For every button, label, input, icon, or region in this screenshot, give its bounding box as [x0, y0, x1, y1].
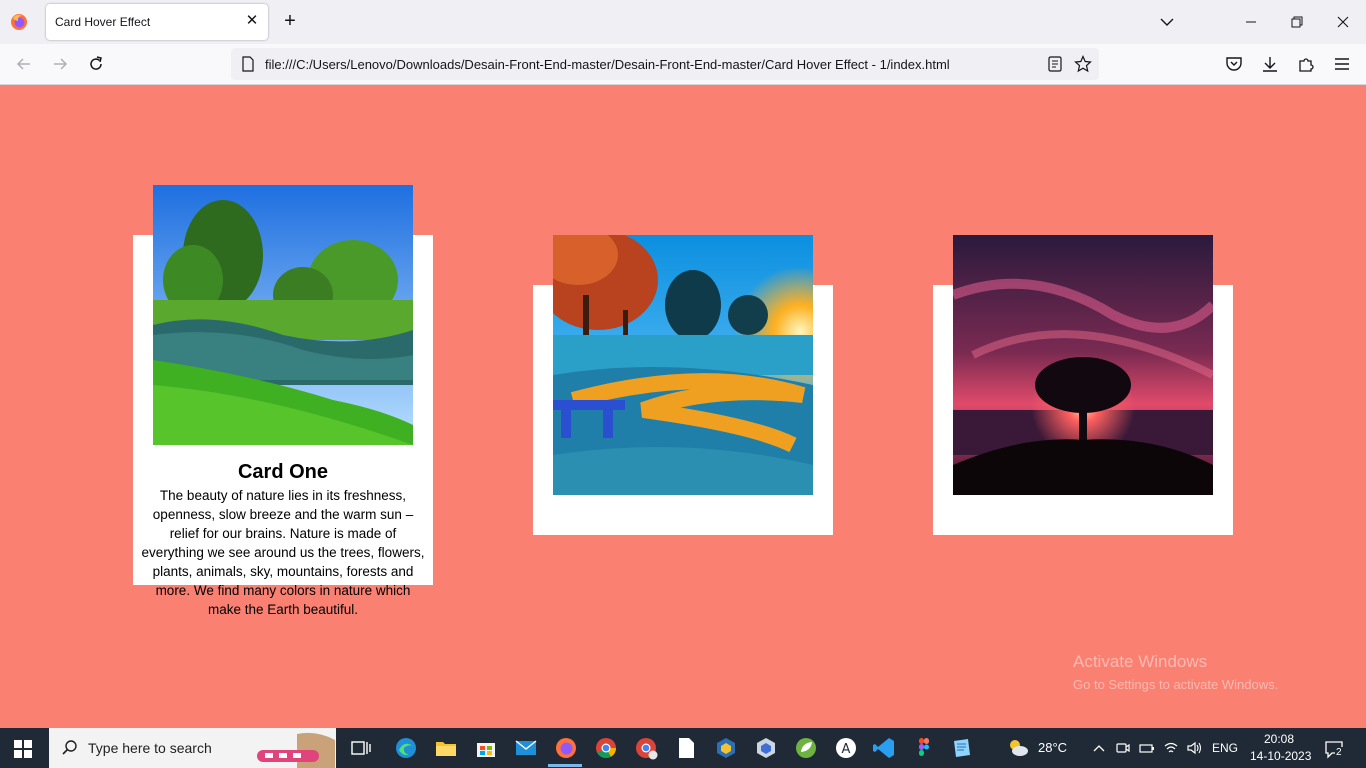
- notification-count-badge: 2: [1335, 747, 1343, 758]
- virtualbox-icon[interactable]: [714, 736, 738, 760]
- firefox-logo-icon: [11, 14, 27, 30]
- menu-hamburger-icon[interactable]: [1332, 54, 1352, 74]
- firefox-active-indicator: [548, 764, 582, 767]
- input-language[interactable]: ENG: [1212, 741, 1238, 755]
- forward-arrow-icon[interactable]: [50, 54, 70, 74]
- clock-time[interactable]: 20:08: [1264, 732, 1294, 746]
- chrome-icon[interactable]: [594, 736, 618, 760]
- cube-app-icon[interactable]: [754, 736, 778, 760]
- windows-start-icon[interactable]: [14, 740, 32, 758]
- chevron-down-icon[interactable]: [1158, 13, 1176, 31]
- card-two[interactable]: [533, 235, 833, 535]
- edge-browser-icon[interactable]: [394, 736, 418, 760]
- document-file-icon[interactable]: [674, 736, 698, 760]
- card-one[interactable]: Card One The beauty of nature lies in it…: [133, 185, 433, 617]
- weather-temperature[interactable]: 28°C: [1038, 740, 1067, 755]
- reader-view-icon[interactable]: [1046, 55, 1064, 73]
- minimize-icon[interactable]: [1239, 10, 1263, 34]
- reload-icon[interactable]: [86, 54, 106, 74]
- volume-speaker-icon[interactable]: [1186, 740, 1202, 756]
- file-explorer-icon[interactable]: [434, 736, 458, 760]
- activate-windows-hint: Go to Settings to activate Windows.: [1073, 677, 1279, 692]
- activate-windows-title: Activate Windows: [1073, 652, 1208, 671]
- search-highlight-train-icon: [257, 732, 335, 768]
- active-tab[interactable]: Card Hover Effect ✕: [46, 4, 268, 40]
- mail-icon[interactable]: [514, 736, 538, 760]
- bookmark-star-icon[interactable]: [1074, 55, 1092, 73]
- window-close-icon[interactable]: [1331, 10, 1355, 34]
- microsoft-store-icon[interactable]: [474, 736, 498, 760]
- search-placeholder[interactable]: Type here to search: [88, 740, 212, 756]
- url-text[interactable]: file:///C:/Users/Lenovo/Downloads/Desain…: [265, 57, 950, 72]
- tab-close-icon[interactable]: ✕: [244, 13, 260, 29]
- pocket-icon[interactable]: [1224, 54, 1244, 74]
- search-icon: [62, 740, 77, 755]
- card-one-title: Card One: [237, 461, 329, 483]
- chrome-profile-icon[interactable]: [634, 736, 658, 760]
- page-document-icon: [242, 56, 254, 72]
- new-tab-plus-icon[interactable]: +: [280, 11, 300, 31]
- weather-cloud-sun-icon: [1010, 740, 1028, 756]
- card-one-description: The beauty of nature lies in its freshne…: [141, 488, 425, 617]
- extensions-icon[interactable]: [1296, 54, 1316, 74]
- notepad-icon[interactable]: [950, 736, 974, 760]
- firefox-taskbar-icon[interactable]: [554, 736, 578, 760]
- vscode-icon[interactable]: [872, 736, 896, 760]
- taskbar-search-box[interactable]: Type here to search: [49, 728, 336, 768]
- download-icon[interactable]: [1260, 54, 1280, 74]
- tray-chevron-up-icon[interactable]: [1091, 740, 1107, 756]
- address-bar[interactable]: file:///C:/Users/Lenovo/Downloads/Desain…: [231, 48, 1099, 80]
- card-three[interactable]: [933, 235, 1233, 535]
- atom-app-icon[interactable]: A: [834, 736, 858, 760]
- figma-icon[interactable]: [912, 736, 936, 760]
- battery-icon[interactable]: [1139, 740, 1155, 756]
- tab-title: Card Hover Effect: [55, 15, 151, 29]
- back-arrow-icon[interactable]: [14, 54, 34, 74]
- restore-icon[interactable]: [1285, 10, 1309, 34]
- windows-taskbar: Type here to search A 28°C ENG 20:08 14-…: [0, 728, 1366, 768]
- clock-date[interactable]: 14-10-2023: [1250, 749, 1311, 763]
- card-two-image: [553, 235, 813, 495]
- browser-nav-bar: file:///C:/Users/Lenovo/Downloads/Desain…: [0, 44, 1366, 85]
- card-three-image: [953, 235, 1213, 495]
- wifi-icon[interactable]: [1163, 740, 1179, 756]
- task-view-icon[interactable]: [349, 736, 373, 760]
- card-one-image: [153, 185, 413, 445]
- meet-now-icon[interactable]: [1115, 740, 1131, 756]
- svg-text:A: A: [842, 742, 851, 757]
- browser-tab-bar: Card Hover Effect ✕ +: [0, 0, 1366, 44]
- spring-leaf-icon[interactable]: [794, 736, 818, 760]
